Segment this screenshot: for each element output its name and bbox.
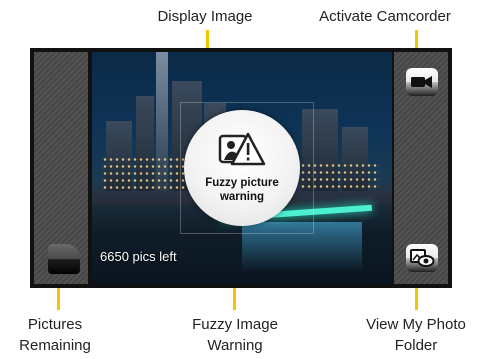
callout-view-photo-line2: Folder (394, 337, 438, 354)
callout-view-photo-folder: View My Photo Folder (352, 314, 480, 356)
callout-pictures-remaining-line1: Pictures (27, 316, 83, 333)
view-photo-folder-button[interactable] (406, 244, 438, 272)
callout-fuzzy-image-warning: Fuzzy Image Warning (180, 314, 290, 356)
left-control-panel (34, 52, 88, 284)
callout-activate-camcorder: Activate Camcorder (300, 6, 470, 27)
callout-pictures-remaining-line2: Remaining (19, 337, 91, 354)
display-image[interactable]: Fuzzy picture warning 6650 pics left (92, 52, 392, 284)
callout-view-photo-line1: View My Photo (366, 316, 466, 333)
fuzzy-warning-icon (218, 132, 266, 166)
activate-camcorder-button[interactable] (406, 68, 438, 96)
callout-display-image: Display Image (140, 6, 270, 27)
camcorder-icon (411, 76, 432, 88)
pictures-remaining-counter: 6650 pics left (100, 249, 177, 264)
callout-pictures-remaining: Pictures Remaining (0, 314, 110, 356)
right-control-panel (394, 52, 448, 284)
fuzzy-picture-warning: Fuzzy picture warning (184, 110, 300, 226)
fuzzy-warning-line1: Fuzzy picture (205, 177, 279, 189)
fuzzy-warning-line2: warning (219, 191, 265, 203)
photo-folder-icon (410, 249, 435, 267)
fuzzy-warning-text: Fuzzy picture warning (184, 176, 300, 204)
callout-activate-camcorder-label: Activate Camcorder (319, 8, 451, 25)
callout-fuzzy-image-line1: Fuzzy Image (192, 316, 278, 333)
callout-display-image-label: Display Image (157, 8, 253, 25)
pictures-remaining-thumbnail[interactable] (48, 244, 80, 274)
callout-fuzzy-image-line2: Warning (207, 337, 263, 354)
camera-viewfinder: Fuzzy picture warning 6650 pics left (30, 48, 452, 288)
